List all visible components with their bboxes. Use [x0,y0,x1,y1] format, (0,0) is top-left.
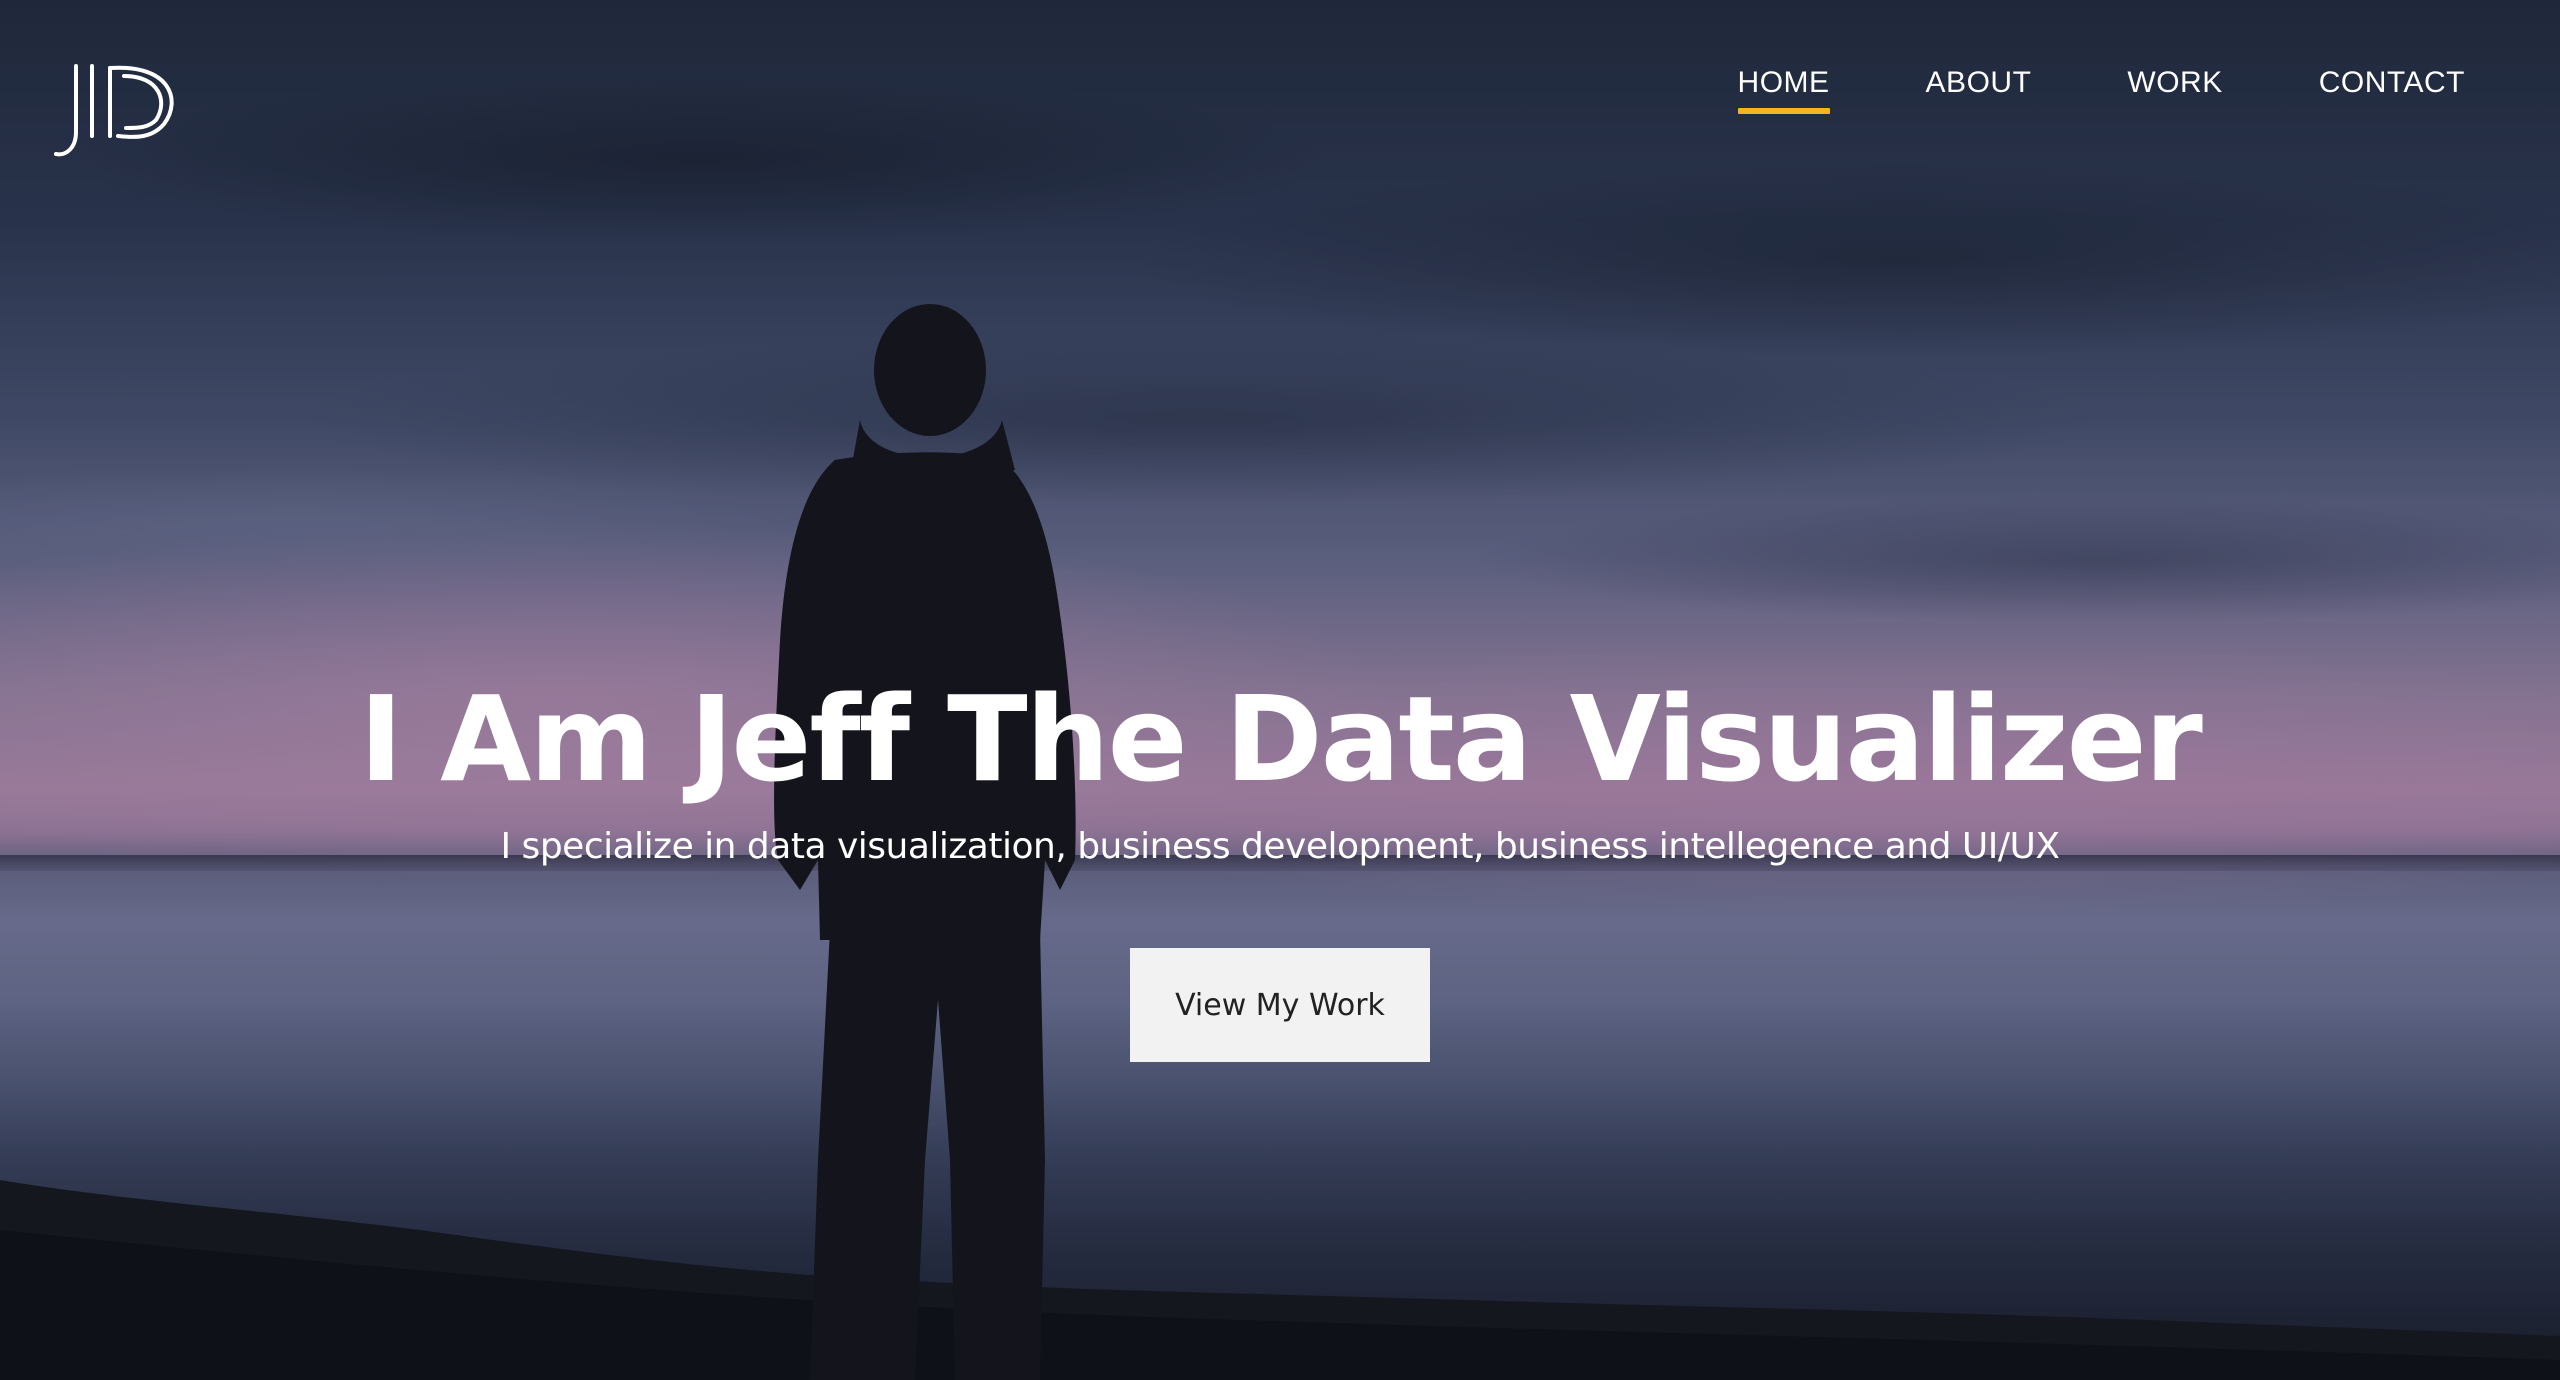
nav-item-home[interactable]: HOME [1737,66,1830,114]
logo-jd-icon[interactable] [52,62,184,158]
hero-title: I Am Jeff The Data Visualizer [359,670,2203,808]
hero-subtitle: I specialize in data visualization, busi… [500,826,2060,867]
nav-item-contact[interactable]: CONTACT [2319,66,2465,112]
view-my-work-button[interactable]: View My Work [1130,948,1430,1062]
hero-section: HOME ABOUT WORK CONTACT I Am Jeff The Da… [0,0,2560,1380]
main-nav: HOME ABOUT WORK CONTACT [1642,66,2465,114]
nav-item-about[interactable]: ABOUT [1926,66,2032,112]
nav-item-work[interactable]: WORK [2127,66,2222,112]
